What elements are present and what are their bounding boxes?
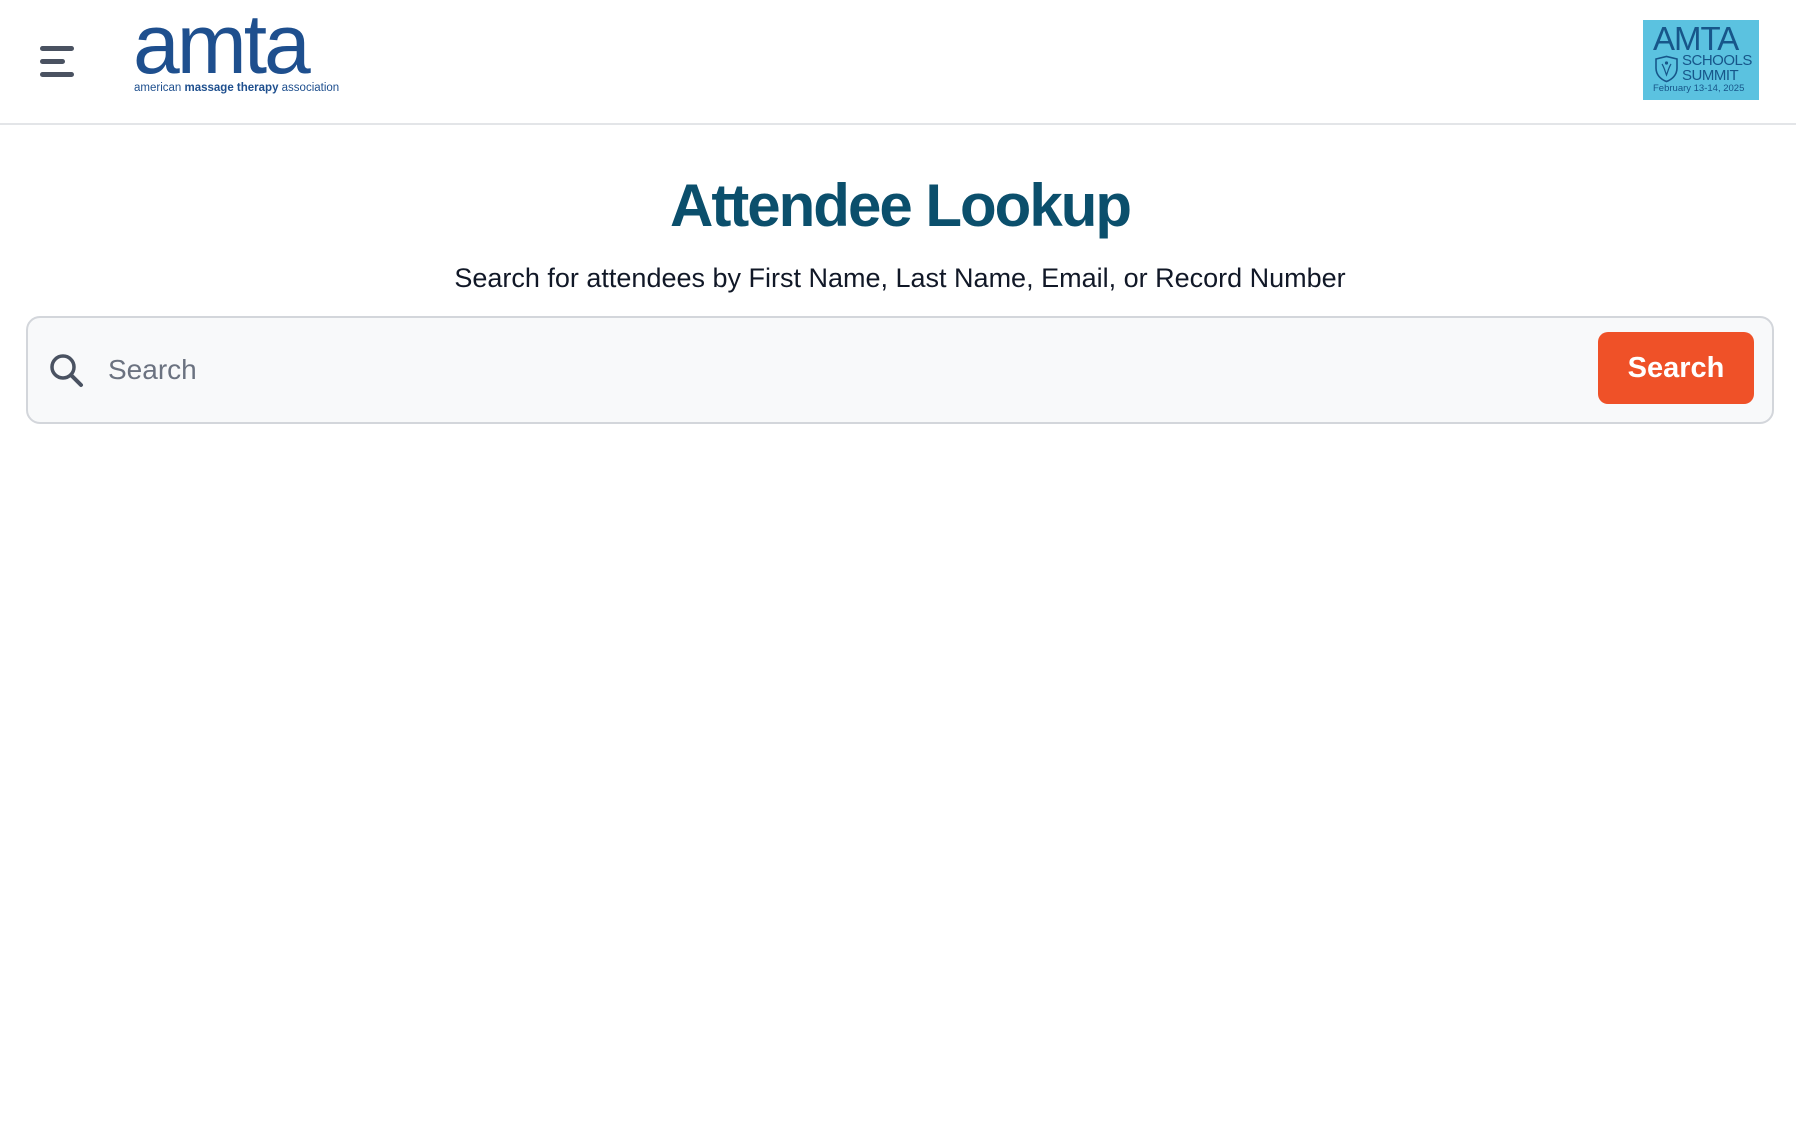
summit-badge-line-summit: SUMMIT xyxy=(1682,67,1739,84)
top-header: amta american massage therapy associatio… xyxy=(0,0,1796,125)
search-icon xyxy=(50,354,83,387)
hamburger-menu-button[interactable] xyxy=(30,36,86,86)
summit-badge-title: AMTA xyxy=(1653,20,1739,57)
schools-summit-badge: AMTA SCHOOLS SUMMIT February 13-14, 2025 xyxy=(1643,20,1759,100)
menu-bar-top xyxy=(40,45,74,51)
summit-badge-date: February 13-14, 2025 xyxy=(1653,83,1745,94)
summit-badge-line-schools: SCHOOLS xyxy=(1682,52,1752,69)
logo-tagline-suffix: association xyxy=(278,82,340,94)
shield-icon xyxy=(1655,55,1678,83)
logo-wordmark: amta xyxy=(133,0,311,91)
logo-tagline-bold: massage therapy xyxy=(184,82,279,94)
search-button[interactable]: Search xyxy=(1598,332,1754,404)
page-title: Attendee Lookup xyxy=(670,172,1132,239)
search-bar: Search xyxy=(26,316,1774,424)
logo-tagline: american massage therapy association xyxy=(134,82,339,94)
search-input[interactable] xyxy=(108,342,1588,398)
amta-logo[interactable]: amta american massage therapy associatio… xyxy=(133,2,363,102)
menu-bar-bottom xyxy=(40,71,74,77)
menu-bar-middle xyxy=(40,58,65,64)
page-subtitle: Search for attendees by First Name, Last… xyxy=(454,263,1346,293)
logo-tagline-prefix: american xyxy=(134,82,185,94)
